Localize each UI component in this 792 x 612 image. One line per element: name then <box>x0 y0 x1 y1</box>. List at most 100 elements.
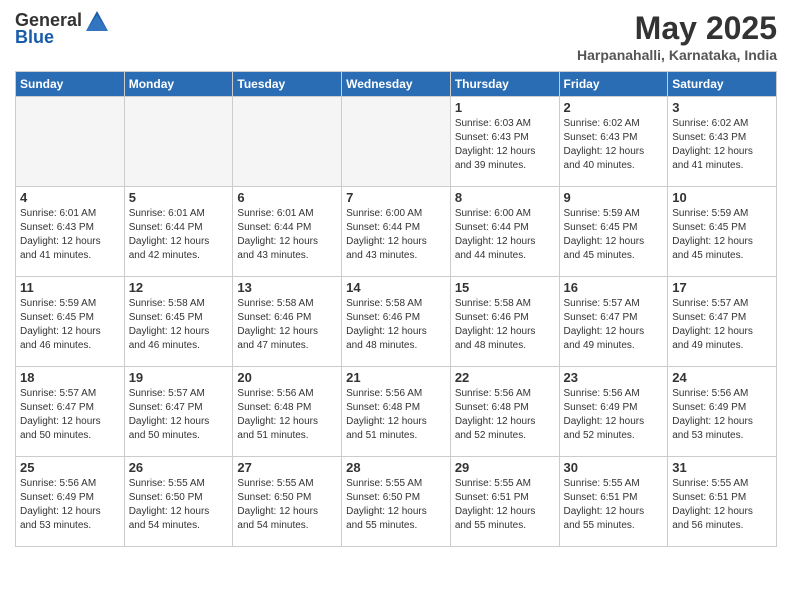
day-info: Sunrise: 5:58 AM Sunset: 6:46 PM Dayligh… <box>455 297 555 353</box>
day-info: Sunrise: 5:57 AM Sunset: 6:47 PM Dayligh… <box>129 387 229 443</box>
calendar-day-cell: 24 Sunrise: 5:56 AM Sunset: 6:49 PM Dayli… <box>668 367 777 457</box>
day-number: 8 <box>455 190 555 205</box>
calendar-day-cell: 14 Sunrise: 5:58 AM Sunset: 6:46 PM Dayli… <box>342 277 451 367</box>
calendar-day-cell <box>16 97 125 187</box>
day-number: 30 <box>564 460 664 475</box>
day-of-week-header: Saturday <box>668 72 777 97</box>
day-number: 25 <box>20 460 120 475</box>
day-of-week-header: Wednesday <box>342 72 451 97</box>
calendar-day-cell: 6 Sunrise: 6:01 AM Sunset: 6:44 PM Daylig… <box>233 187 342 277</box>
calendar-week-row: 18 Sunrise: 5:57 AM Sunset: 6:47 PM Dayli… <box>16 367 777 457</box>
day-number: 11 <box>20 280 120 295</box>
calendar-day-cell: 31Sunrise: 5:55 AM Sunset: 6:51 PM Dayli… <box>668 457 777 547</box>
day-number: 3 <box>672 100 772 115</box>
day-number: 14 <box>346 280 446 295</box>
day-number: 9 <box>564 190 664 205</box>
day-info: Sunrise: 5:56 AM Sunset: 6:49 PM Dayligh… <box>672 387 772 443</box>
calendar-day-cell: 25 Sunrise: 5:56 AM Sunset: 6:49 PM Dayli… <box>16 457 125 547</box>
day-number: 1 <box>455 100 555 115</box>
calendar-day-cell: 13 Sunrise: 5:58 AM Sunset: 6:46 PM Dayli… <box>233 277 342 367</box>
calendar-day-cell: 20Sunrise: 5:56 AM Sunset: 6:48 PM Dayli… <box>233 367 342 457</box>
day-number: 18 <box>20 370 120 385</box>
day-of-week-header: Tuesday <box>233 72 342 97</box>
calendar-day-cell: 26Sunrise: 5:55 AM Sunset: 6:50 PM Dayli… <box>124 457 233 547</box>
day-number: 21 <box>346 370 446 385</box>
calendar-day-cell: 17 Sunrise: 5:57 AM Sunset: 6:47 PM Dayli… <box>668 277 777 367</box>
day-info: Sunrise: 5:56 AM Sunset: 6:48 PM Dayligh… <box>455 387 555 443</box>
calendar-location: Harpanahalli, Karnataka, India <box>577 47 777 63</box>
day-number: 31 <box>672 460 772 475</box>
calendar-day-cell: 1 Sunrise: 6:03 AM Sunset: 6:43 PM Daylig… <box>450 97 559 187</box>
day-of-week-header: Friday <box>559 72 668 97</box>
logo-blue-text: Blue <box>15 27 54 48</box>
day-number: 27 <box>237 460 337 475</box>
day-info: Sunrise: 5:57 AM Sunset: 6:47 PM Dayligh… <box>672 297 772 353</box>
calendar-day-cell <box>124 97 233 187</box>
day-info: Sunrise: 6:01 AM Sunset: 6:43 PM Dayligh… <box>20 207 120 263</box>
calendar-day-cell: 12 Sunrise: 5:58 AM Sunset: 6:45 PM Dayli… <box>124 277 233 367</box>
day-number: 23 <box>564 370 664 385</box>
day-info: Sunrise: 5:59 AM Sunset: 6:45 PM Dayligh… <box>672 207 772 263</box>
calendar-day-cell: 15 Sunrise: 5:58 AM Sunset: 6:46 PM Dayli… <box>450 277 559 367</box>
calendar-week-row: 1 Sunrise: 6:03 AM Sunset: 6:43 PM Daylig… <box>16 97 777 187</box>
day-number: 17 <box>672 280 772 295</box>
calendar-week-row: 11 Sunrise: 5:59 AM Sunset: 6:45 PM Dayli… <box>16 277 777 367</box>
calendar-day-cell: 28 Sunrise: 5:55 AM Sunset: 6:50 PM Dayli… <box>342 457 451 547</box>
day-info: Sunrise: 5:59 AM Sunset: 6:45 PM Dayligh… <box>20 297 120 353</box>
calendar-day-cell: 19 Sunrise: 5:57 AM Sunset: 6:47 PM Dayli… <box>124 367 233 457</box>
logo-icon <box>86 11 108 31</box>
day-info: Sunrise: 5:59 AM Sunset: 6:45 PM Dayligh… <box>564 207 664 263</box>
day-info: Sunrise: 6:02 AM Sunset: 6:43 PM Dayligh… <box>672 117 772 173</box>
calendar-week-row: 4 Sunrise: 6:01 AM Sunset: 6:43 PM Daylig… <box>16 187 777 277</box>
calendar-day-cell: 27 Sunrise: 5:55 AM Sunset: 6:50 PM Dayli… <box>233 457 342 547</box>
day-number: 4 <box>20 190 120 205</box>
calendar-day-cell: 7Sunrise: 6:00 AM Sunset: 6:44 PM Daylig… <box>342 187 451 277</box>
day-number: 12 <box>129 280 229 295</box>
calendar-header-row: SundayMondayTuesdayWednesdayThursdayFrid… <box>16 72 777 97</box>
calendar-day-cell: 22Sunrise: 5:56 AM Sunset: 6:48 PM Dayli… <box>450 367 559 457</box>
day-info: Sunrise: 5:57 AM Sunset: 6:47 PM Dayligh… <box>564 297 664 353</box>
calendar-day-cell: 5 Sunrise: 6:01 AM Sunset: 6:44 PM Daylig… <box>124 187 233 277</box>
calendar-day-cell: 3 Sunrise: 6:02 AM Sunset: 6:43 PM Daylig… <box>668 97 777 187</box>
calendar-day-cell: 30 Sunrise: 5:55 AM Sunset: 6:51 PM Dayli… <box>559 457 668 547</box>
day-number: 13 <box>237 280 337 295</box>
day-number: 16 <box>564 280 664 295</box>
calendar-day-cell: 10Sunrise: 5:59 AM Sunset: 6:45 PM Dayli… <box>668 187 777 277</box>
day-info: Sunrise: 6:01 AM Sunset: 6:44 PM Dayligh… <box>237 207 337 263</box>
day-info: Sunrise: 5:56 AM Sunset: 6:49 PM Dayligh… <box>564 387 664 443</box>
calendar-day-cell <box>342 97 451 187</box>
day-number: 19 <box>129 370 229 385</box>
calendar-day-cell: 4 Sunrise: 6:01 AM Sunset: 6:43 PM Daylig… <box>16 187 125 277</box>
day-info: Sunrise: 6:00 AM Sunset: 6:44 PM Dayligh… <box>455 207 555 263</box>
calendar-day-cell: 21 Sunrise: 5:56 AM Sunset: 6:48 PM Dayli… <box>342 367 451 457</box>
day-number: 24 <box>672 370 772 385</box>
day-number: 28 <box>346 460 446 475</box>
day-info: Sunrise: 6:01 AM Sunset: 6:44 PM Dayligh… <box>129 207 229 263</box>
calendar-day-cell <box>233 97 342 187</box>
day-info: Sunrise: 6:02 AM Sunset: 6:43 PM Dayligh… <box>564 117 664 173</box>
calendar-day-cell: 16 Sunrise: 5:57 AM Sunset: 6:47 PM Dayli… <box>559 277 668 367</box>
day-number: 6 <box>237 190 337 205</box>
day-of-week-header: Sunday <box>16 72 125 97</box>
day-info: Sunrise: 5:58 AM Sunset: 6:46 PM Dayligh… <box>346 297 446 353</box>
calendar-title: May 2025 <box>577 10 777 47</box>
day-info: Sunrise: 5:55 AM Sunset: 6:50 PM Dayligh… <box>237 477 337 533</box>
calendar-day-cell: 23 Sunrise: 5:56 AM Sunset: 6:49 PM Dayli… <box>559 367 668 457</box>
day-info: Sunrise: 5:56 AM Sunset: 6:48 PM Dayligh… <box>237 387 337 443</box>
day-number: 5 <box>129 190 229 205</box>
page-header: General Blue May 2025 Harpanahalli, Karn… <box>15 10 777 63</box>
day-number: 15 <box>455 280 555 295</box>
day-info: Sunrise: 5:56 AM Sunset: 6:48 PM Dayligh… <box>346 387 446 443</box>
day-info: Sunrise: 5:55 AM Sunset: 6:50 PM Dayligh… <box>346 477 446 533</box>
day-number: 29 <box>455 460 555 475</box>
day-number: 7 <box>346 190 446 205</box>
day-info: Sunrise: 6:03 AM Sunset: 6:43 PM Dayligh… <box>455 117 555 173</box>
day-info: Sunrise: 5:58 AM Sunset: 6:46 PM Dayligh… <box>237 297 337 353</box>
day-info: Sunrise: 5:55 AM Sunset: 6:51 PM Dayligh… <box>455 477 555 533</box>
calendar-day-cell: 29 Sunrise: 5:55 AM Sunset: 6:51 PM Dayli… <box>450 457 559 547</box>
day-info: Sunrise: 5:56 AM Sunset: 6:49 PM Dayligh… <box>20 477 120 533</box>
day-info: Sunrise: 5:55 AM Sunset: 6:51 PM Dayligh… <box>564 477 664 533</box>
calendar-day-cell: 8 Sunrise: 6:00 AM Sunset: 6:44 PM Daylig… <box>450 187 559 277</box>
day-of-week-header: Monday <box>124 72 233 97</box>
day-info: Sunrise: 5:58 AM Sunset: 6:45 PM Dayligh… <box>129 297 229 353</box>
